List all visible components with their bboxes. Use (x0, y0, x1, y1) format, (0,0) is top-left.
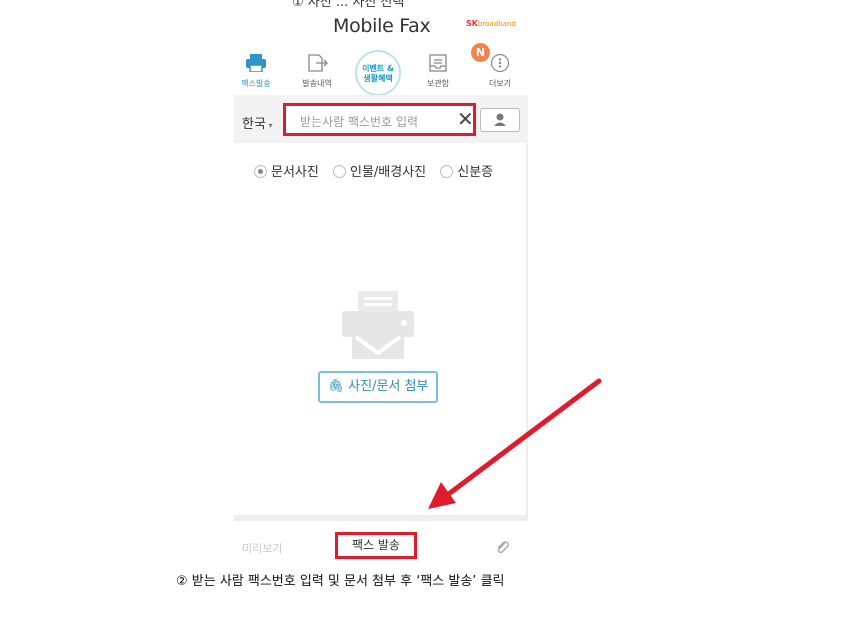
nav-label: 발송내역 (302, 79, 332, 88)
paperclip-icon: 🖇 (327, 379, 349, 394)
logo-sub: broadband (477, 20, 516, 28)
nav-label: 팩스발송 (241, 79, 271, 88)
radio-icon (440, 165, 454, 178)
fax-number-placeholder: 받는사람 팩스번호 입력 (300, 115, 419, 129)
radio-label: 신분증 (457, 165, 494, 180)
inbox-icon (427, 54, 449, 72)
radio-icon (332, 165, 346, 178)
nav-event-benefits[interactable]: 이벤트 & 생활혜택 (355, 50, 401, 96)
country-label: 한국 (242, 117, 266, 132)
nav-storage[interactable]: 보관함 (413, 54, 463, 89)
country-select[interactable]: 한국 ▾ (242, 113, 272, 132)
event-line-1: 이벤트 & (362, 64, 394, 73)
nav-send-history[interactable]: 발송내역 (292, 54, 342, 89)
attach-label: 사진/문서 첨부 (348, 379, 429, 394)
radio-label: 인물/배경사진 (349, 165, 427, 180)
chevron-down-icon: ▾ (265, 121, 273, 130)
fax-send-button[interactable]: 팩스 발송 (335, 532, 417, 559)
radio-id-card[interactable]: 신분증 (440, 165, 503, 180)
new-badge: N (471, 43, 490, 62)
nav-label: 더보기 (488, 79, 512, 88)
radio-label: 문서사진 (271, 165, 319, 180)
radio-icon (254, 165, 267, 178)
more-dots-icon (489, 53, 511, 73)
fax-machine-illustration-icon (340, 291, 416, 361)
document-arrow-icon (306, 54, 328, 72)
app-title: Mobile Fax (333, 15, 431, 37)
nav-label: 보관함 (426, 79, 450, 88)
event-line-2: 생활혜택 (363, 74, 393, 83)
person-icon (494, 113, 506, 126)
photo-type-options: 문서사진 인물/배경사진 신분증 (254, 161, 503, 180)
printer-icon (245, 54, 267, 73)
radio-document-photo[interactable]: 문서사진 (254, 165, 333, 180)
contacts-button[interactable] (480, 108, 520, 132)
sk-broadband-logo: SKbroadband (466, 19, 516, 28)
radio-portrait-photo[interactable]: 인물/배경사진 (332, 165, 440, 180)
attach-photo-document-button[interactable]: 🖇 사진/문서 첨부 (318, 371, 438, 403)
nav-fax-send[interactable]: 팩스발송 (231, 54, 281, 89)
paperclip-icon[interactable] (494, 539, 510, 559)
instruction-caption: ② 받는 사람 팩스번호 입력 및 문서 첨부 후 ‘팩스 발송’ 클릭 (176, 574, 505, 589)
logo-main: SK (466, 19, 478, 28)
preview-button[interactable]: 미리보기 (242, 540, 282, 556)
clear-icon[interactable]: ✕ (457, 107, 474, 131)
